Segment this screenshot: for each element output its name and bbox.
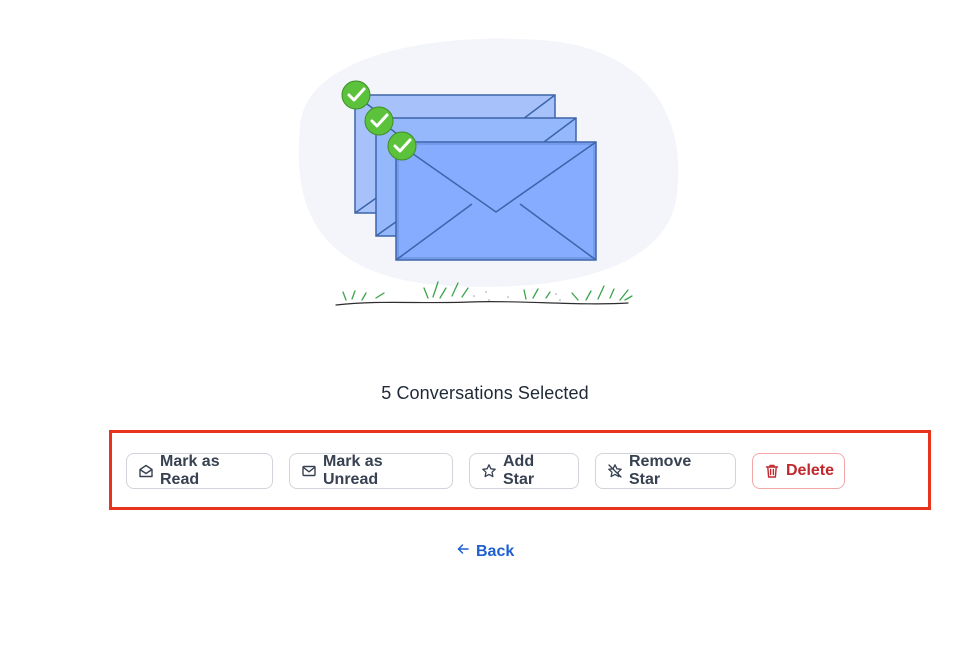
mark-as-unread-button[interactable]: Mark as Unread — [289, 453, 453, 489]
mark-as-read-button[interactable]: Mark as Read — [126, 453, 273, 489]
mark-as-read-label: Mark as Read — [160, 453, 220, 488]
check-badge-2-icon — [364, 106, 394, 136]
selection-title: 5 Conversations Selected — [381, 383, 589, 403]
envelope-open-icon — [138, 463, 154, 479]
add-star-label: Add Star — [503, 453, 535, 488]
remove-star-label: Remove Star — [629, 453, 692, 488]
check-badge-1-icon — [341, 80, 371, 110]
star-off-icon — [607, 463, 623, 479]
star-icon — [481, 463, 497, 479]
delete-button[interactable]: Delete — [752, 453, 845, 489]
back-link[interactable]: Back — [456, 542, 514, 561]
back-label: Back — [476, 542, 515, 560]
trash-icon — [764, 463, 780, 479]
add-star-button[interactable]: Add Star — [469, 453, 579, 489]
check-badge-3-icon — [387, 131, 417, 161]
envelope-front — [395, 141, 597, 261]
envelopes-illustration — [298, 38, 679, 306]
bulk-actions-view: 5 Conversations Selected Mark as Read Ma… — [0, 0, 970, 660]
remove-star-button[interactable]: Remove Star — [595, 453, 736, 489]
mark-as-unread-label: Mark as Unread — [323, 453, 383, 488]
envelope-icon — [301, 463, 317, 479]
delete-label: Delete — [786, 462, 835, 479]
arrow-left-icon — [456, 542, 470, 561]
